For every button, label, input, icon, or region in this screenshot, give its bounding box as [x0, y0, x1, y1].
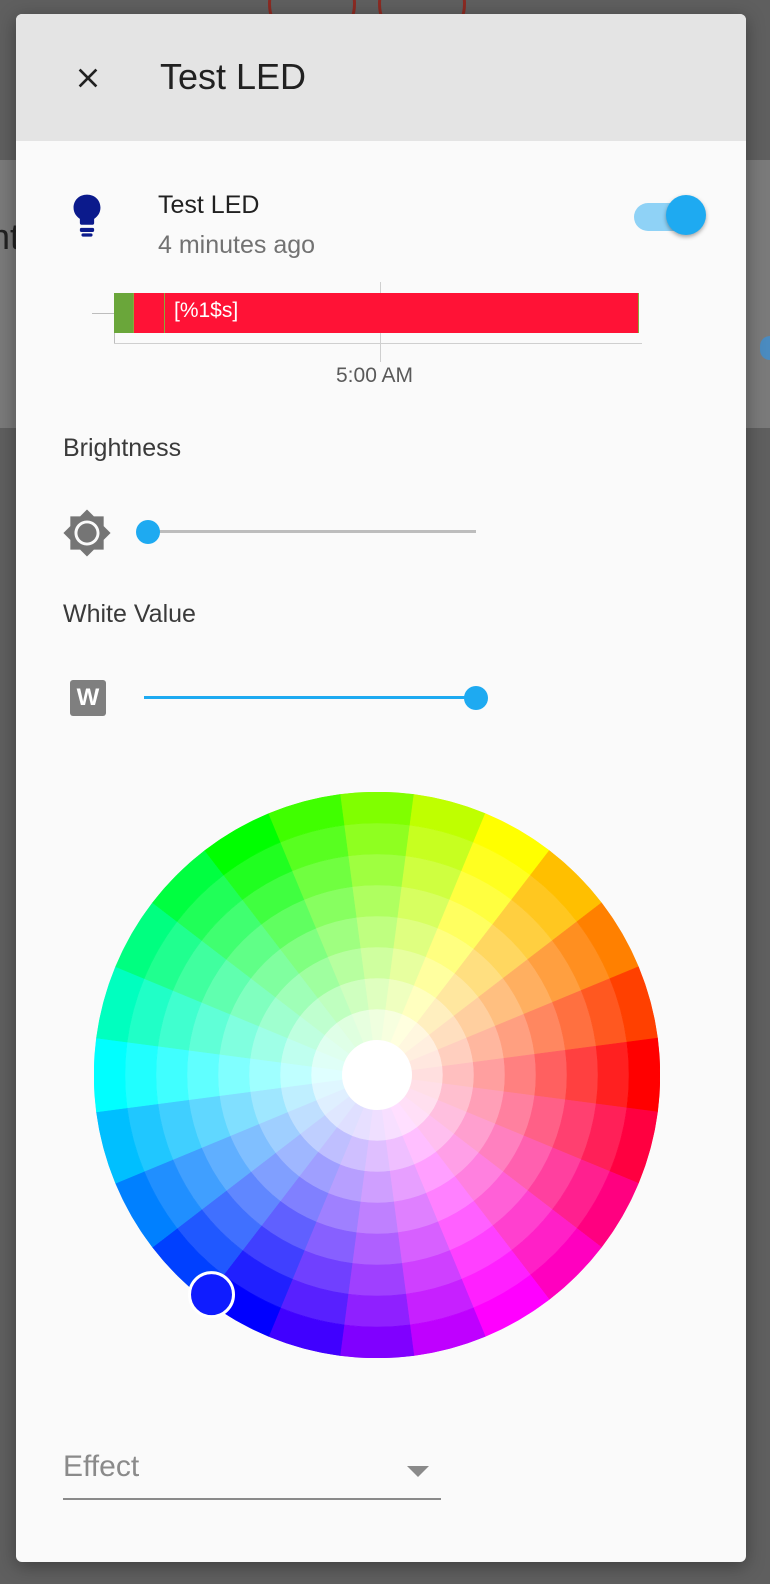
timeline-tick	[92, 313, 114, 314]
history-bar-separator	[133, 293, 134, 333]
brightness-slider-thumb[interactable]	[136, 520, 160, 544]
dialog-title: Test LED	[160, 56, 307, 97]
brightness-slider-track[interactable]	[148, 530, 476, 533]
history-bar-off[interactable]	[114, 293, 133, 333]
entity-row: Test LED 4 minutes ago	[16, 141, 746, 271]
entity-last-changed: 4 minutes ago	[158, 231, 316, 259]
color-wheel-segment[interactable]	[248, 1058, 282, 1092]
color-wheel-segment[interactable]	[279, 1062, 312, 1088]
color-wheel-segment[interactable]	[355, 915, 399, 949]
white-value-icon: W	[70, 680, 106, 716]
color-wheel-marker[interactable]	[188, 1271, 236, 1319]
background-indicator	[760, 336, 770, 360]
brightness-label: Brightness	[63, 434, 182, 462]
toggle-thumb	[666, 195, 706, 235]
color-wheel-segment[interactable]	[351, 884, 403, 918]
white-value-slider-thumb[interactable]	[464, 686, 488, 710]
color-wheel-segment[interactable]	[472, 1058, 506, 1092]
history-bar-separator	[638, 293, 639, 333]
brightness-icon	[63, 509, 111, 557]
history-bar-on[interactable]: [%1$s]	[134, 293, 638, 333]
white-value-slider-row: W	[56, 670, 516, 726]
color-wheel-segment[interactable]	[355, 1201, 399, 1235]
color-wheel-segment[interactable]	[343, 822, 411, 857]
entity-name: Test LED	[158, 191, 260, 219]
timeline-axis-x	[114, 343, 642, 344]
color-wheel[interactable]	[94, 792, 660, 1358]
white-value-label: White Value	[63, 600, 196, 628]
color-wheel-segment[interactable]	[124, 1041, 159, 1109]
color-wheel-segment[interactable]	[595, 1041, 630, 1109]
history-timeline: [%1$s] 5:00 AM	[92, 282, 652, 392]
color-wheel-segment[interactable]	[347, 853, 407, 887]
color-wheel-center	[342, 1040, 412, 1110]
color-wheel-segment[interactable]	[94, 1037, 128, 1113]
history-bar-label: [%1$s]	[174, 299, 239, 322]
color-wheel-segment[interactable]	[360, 1170, 394, 1204]
color-wheel-segment[interactable]	[565, 1045, 599, 1105]
color-wheel-segment[interactable]	[186, 1049, 220, 1101]
color-wheel-segment[interactable]	[364, 1140, 390, 1173]
color-wheel-segment[interactable]	[360, 946, 394, 980]
color-wheel-segment[interactable]	[339, 1324, 415, 1358]
dialog-header: Test LED	[16, 14, 746, 141]
timeline-time-label: 5:00 AM	[336, 364, 414, 387]
brightness-slider-row	[56, 504, 516, 560]
color-wheel-segment[interactable]	[339, 792, 415, 826]
color-wheel-segment[interactable]	[217, 1053, 251, 1097]
more-info-dialog: Test LED Test LED 4 minutes ago [%1$s] 5…	[16, 14, 746, 1562]
close-button[interactable]	[64, 54, 112, 102]
white-value-slider-fill[interactable]	[144, 696, 476, 699]
effect-dropdown[interactable]: Effect	[63, 1446, 441, 1500]
lightbulb-icon	[73, 194, 101, 237]
history-bar-separator	[164, 293, 165, 333]
color-wheel-segment[interactable]	[364, 977, 390, 1010]
color-wheel-segment[interactable]	[534, 1049, 568, 1101]
effect-label: Effect	[63, 1450, 140, 1483]
close-icon	[78, 68, 98, 88]
color-wheel-segment[interactable]	[626, 1037, 660, 1113]
color-wheel-segment[interactable]	[503, 1053, 537, 1097]
dropdown-arrow-icon	[407, 1466, 429, 1477]
color-wheel-segment[interactable]	[347, 1263, 407, 1297]
color-wheel-segment[interactable]	[442, 1062, 475, 1088]
color-wheel-segment[interactable]	[351, 1232, 403, 1266]
color-wheel-segment[interactable]	[343, 1293, 411, 1328]
entity-toggle[interactable]	[634, 193, 710, 239]
color-wheel-segment[interactable]	[155, 1045, 189, 1105]
